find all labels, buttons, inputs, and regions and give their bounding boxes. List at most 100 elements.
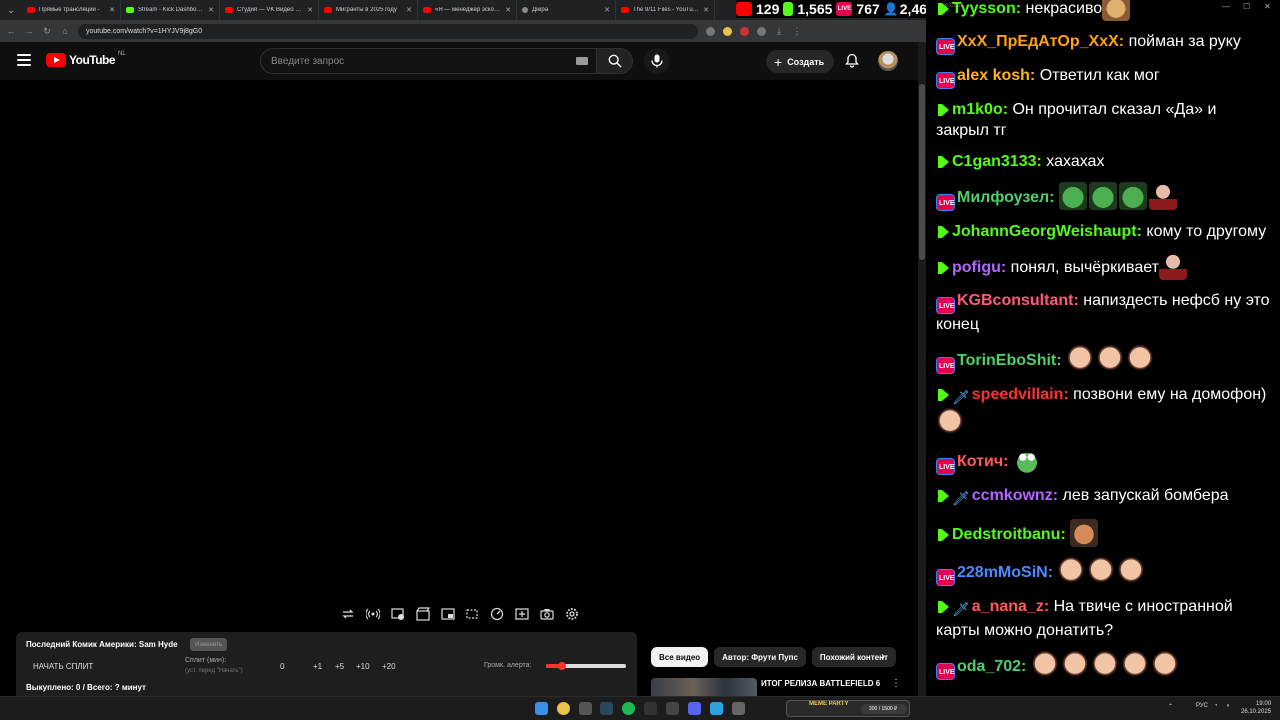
browser-tab[interactable]: Студия — VK Видео Live ✕ (220, 0, 319, 20)
extensions-puzzle-icon[interactable] (757, 26, 766, 36)
chat-username[interactable]: Tyysson: (952, 0, 1021, 17)
app-icon[interactable] (666, 702, 679, 715)
chat-username[interactable]: m1k0o: (952, 101, 1008, 118)
extension-icon[interactable] (706, 26, 715, 36)
app-icon[interactable] (644, 702, 657, 715)
add-frame-icon[interactable] (514, 607, 530, 621)
clapperboard-icon[interactable] (415, 607, 431, 621)
user-icon: 👤 (883, 2, 899, 16)
change-title-button[interactable]: Изменить (190, 638, 228, 651)
recommended-video[interactable]: ИТОГ РЕЛИЗА BATTLEFIELD 6 ⋮ (651, 676, 911, 696)
back-icon[interactable]: ← (6, 26, 16, 36)
reload-icon[interactable]: ↻ (42, 26, 52, 37)
downloads-icon[interactable]: ⤓ (774, 26, 784, 37)
settings-gear-icon[interactable] (564, 607, 580, 621)
video-title[interactable]: ИТОГ РЕЛИЗА BATTLEFIELD 6 (761, 679, 880, 688)
telegram-icon[interactable] (710, 702, 723, 715)
close-tab-icon[interactable]: ✕ (505, 6, 511, 14)
extension-icon[interactable] (740, 26, 749, 36)
close-tab-icon[interactable]: ✕ (604, 6, 610, 14)
chrome-icon[interactable] (557, 702, 570, 715)
explorer-icon[interactable] (579, 702, 592, 715)
keyboard-icon[interactable] (576, 57, 588, 65)
face-emote-icon (1066, 345, 1095, 373)
tab-search-icon[interactable]: ⌄ (0, 0, 22, 20)
close-tab-icon[interactable]: ✕ (307, 6, 313, 14)
video-player[interactable] (0, 80, 918, 598)
wifi-icon[interactable]: ◔ (1214, 703, 1218, 709)
browser-tab[interactable]: The 9/11 Files - YouTube ✕ (616, 0, 715, 20)
steam-icon[interactable] (600, 702, 613, 715)
chat-username[interactable]: KGBconsultant: (957, 292, 1079, 309)
chevron-up-icon[interactable]: ⌃ (1168, 703, 1173, 710)
browser-tab[interactable]: Прямые трансляции - ✕ (22, 0, 121, 20)
slider-knob[interactable] (558, 662, 566, 670)
chat-username[interactable]: a_nana_z: (972, 598, 1049, 615)
chevron-right-icon[interactable]: › (881, 649, 885, 663)
menu-icon[interactable] (17, 54, 31, 66)
chat-username[interactable]: alex kosh: (957, 67, 1035, 84)
loop-icon[interactable] (340, 607, 356, 621)
address-bar[interactable]: youtube.com/watch?v=1HYJV9j8gG0 (78, 23, 698, 39)
youtube-icon (225, 7, 233, 13)
chat-username[interactable]: speedvillain: (972, 386, 1069, 403)
chip-author[interactable]: Автор: Фрути Пупс (714, 647, 806, 667)
browser-tab[interactable]: Мигранты в 2025 году ✕ (319, 0, 418, 20)
start-split-button[interactable]: НАЧАТЬ СПЛИТ (33, 662, 93, 671)
chat-username[interactable]: Котич: (957, 453, 1008, 470)
chat-username[interactable]: oda_702: (957, 658, 1026, 675)
close-tab-icon[interactable]: ✕ (703, 6, 709, 14)
discord-icon[interactable] (688, 702, 701, 715)
viewer-counts: 129 1,565 LIVE 767 👤 2,461 (736, 0, 935, 18)
chat-username[interactable]: ccmkownz: (972, 487, 1058, 504)
browser-menu-icon[interactable]: ⋮ (792, 26, 802, 37)
chip-all-videos[interactable]: Все видео (651, 647, 709, 667)
chat-username[interactable]: Милфоузел: (957, 189, 1055, 206)
browser-tab[interactable]: «Я — менеджер эскорт» ✕ (418, 0, 517, 20)
screenshot-settings-icon[interactable] (390, 607, 406, 621)
video-thumbnail[interactable] (651, 678, 757, 696)
chat-username[interactable]: Dedstroitbanu: (952, 526, 1066, 543)
search-input[interactable] (271, 55, 571, 67)
chat-username[interactable]: pofigu: (952, 259, 1006, 276)
voice-search-button[interactable] (644, 48, 670, 74)
extension-icon[interactable] (723, 26, 732, 36)
account-avatar[interactable] (878, 51, 898, 71)
page-scrollbar[interactable] (918, 42, 926, 696)
volume-icon[interactable]: ◖ (1226, 703, 1230, 709)
start-icon[interactable] (535, 702, 548, 715)
youtube-logo[interactable]: YouTube NL (46, 51, 126, 67)
chat-username[interactable]: JohannGeorgWeishaupt: (952, 223, 1142, 240)
crop-icon[interactable] (464, 607, 480, 621)
create-button[interactable]: + Создать (766, 50, 835, 73)
language-indicator[interactable]: РУС (1196, 703, 1208, 709)
increment-button[interactable]: +5 (335, 662, 344, 671)
speed-gauge-icon[interactable] (489, 607, 505, 621)
spotify-icon[interactable] (622, 702, 635, 715)
notifications-bell-icon[interactable] (845, 53, 859, 73)
camera-icon[interactable] (539, 607, 555, 621)
broadcast-icon[interactable] (365, 607, 381, 621)
chat-username[interactable]: TorinEboShit: (957, 352, 1062, 369)
chat-message-list: 🗡a_nana_z: ХАХАХАХАХАS00da14: вот и дума… (936, 0, 1270, 690)
close-tab-icon[interactable]: ✕ (109, 6, 115, 14)
alert-volume-slider[interactable] (546, 662, 626, 670)
system-clock[interactable]: 19:00 26.10.2025 (1241, 700, 1271, 716)
increment-button[interactable]: +10 (356, 662, 370, 671)
increment-button[interactable]: +1 (313, 662, 322, 671)
picture-in-picture-icon[interactable] (440, 607, 456, 621)
home-icon[interactable]: ⌂ (60, 26, 70, 36)
close-tab-icon[interactable]: ✕ (406, 6, 412, 14)
scrollbar-thumb[interactable] (919, 84, 925, 260)
app-icon[interactable] (732, 702, 745, 715)
close-tab-icon[interactable]: ✕ (208, 6, 214, 14)
more-options-icon[interactable]: ⋮ (891, 678, 901, 689)
search-button[interactable] (597, 48, 633, 74)
increment-button[interactable]: +20 (382, 662, 396, 671)
chat-username[interactable]: 228mMoSiN: (957, 564, 1053, 581)
chat-username[interactable]: C1gan3133: (952, 153, 1042, 170)
browser-tab[interactable]: Stream - Kick Dashboard ✕ (121, 0, 220, 20)
browser-tab[interactable]: Дiкiра ✕ (517, 0, 616, 20)
forward-icon[interactable]: → (24, 26, 34, 36)
chat-username[interactable]: XxX_ПрЕдАтОр_XxX: (957, 33, 1124, 50)
